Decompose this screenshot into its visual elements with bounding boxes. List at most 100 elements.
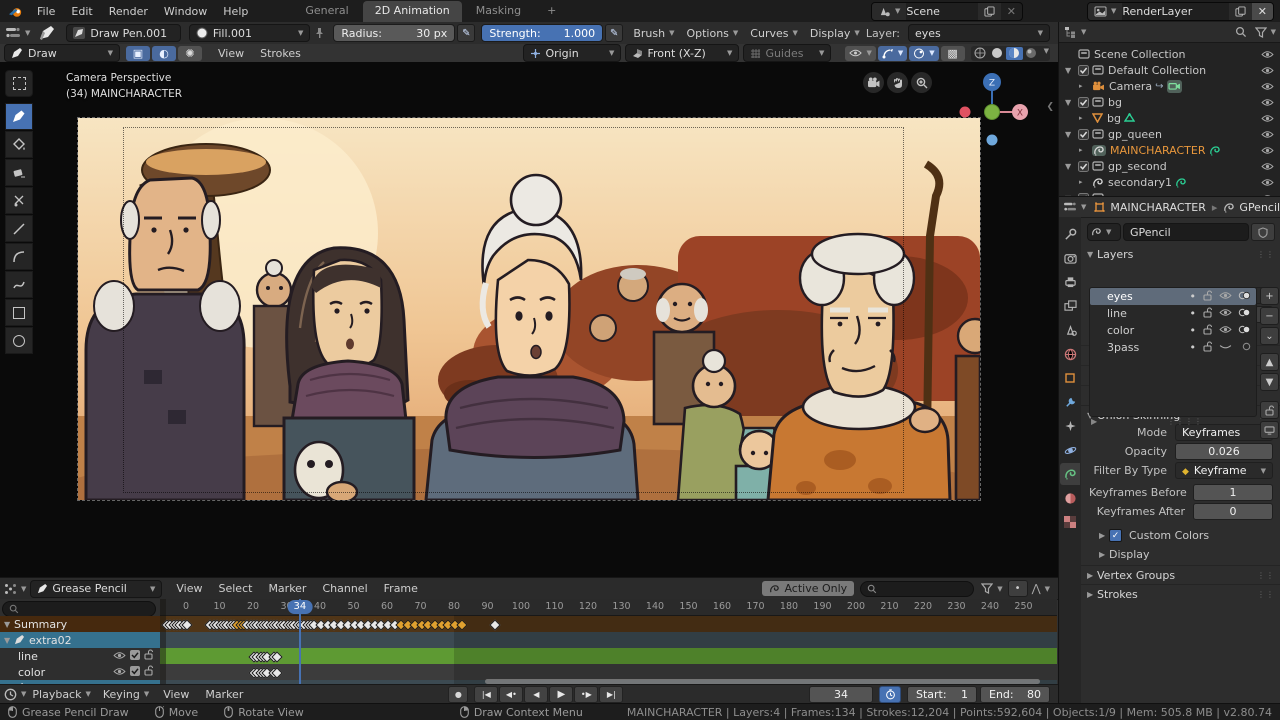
outliner-search-icon[interactable] bbox=[1235, 26, 1247, 38]
outliner-row-gp-second[interactable]: ▼gp_second bbox=[1059, 158, 1280, 174]
render-layer-copies-icon[interactable] bbox=[1229, 3, 1252, 20]
properties-tab-view-layer[interactable] bbox=[1060, 295, 1080, 317]
tool-line[interactable] bbox=[5, 215, 33, 242]
orientation-dropdown[interactable]: Front (X-Z) ▼ bbox=[625, 44, 739, 62]
render-layer-remove-icon[interactable]: ✕ bbox=[1252, 3, 1273, 20]
outliner-row-secondary1[interactable]: ▸secondary1 bbox=[1059, 174, 1280, 190]
disclosure-triangle[interactable]: ▼ bbox=[4, 620, 14, 629]
drawing-plane-origin-dropdown[interactable]: Origin ▼ bbox=[523, 44, 621, 62]
outliner-filter-icon[interactable]: ▼ bbox=[1255, 27, 1276, 38]
layers-panel-header[interactable]: ▼Layers ⋮⋮ bbox=[1081, 245, 1280, 263]
hide-eye-icon[interactable] bbox=[1261, 162, 1274, 171]
hide-eye-icon[interactable] bbox=[1261, 178, 1274, 187]
collection-checkbox[interactable] bbox=[1078, 65, 1089, 76]
popover-curves[interactable]: Curves ▼ bbox=[744, 27, 804, 40]
tool-cutter[interactable] bbox=[5, 187, 33, 214]
onion-filter-dropdown[interactable]: ◆Keyframe ▼ bbox=[1175, 462, 1273, 479]
dope-sheet-menu-marker[interactable]: Marker bbox=[260, 582, 314, 595]
multiframe-toggle[interactable]: ▣ bbox=[126, 46, 150, 61]
lock-all-button[interactable] bbox=[1260, 401, 1279, 419]
channel-line[interactable]: line bbox=[0, 648, 160, 664]
panel-strokes[interactable]: ▶Strokes⋮⋮ bbox=[1081, 584, 1280, 603]
channel-lock-icon[interactable] bbox=[144, 665, 154, 679]
prev-frame-button[interactable]: ◀ bbox=[524, 686, 548, 703]
jump-start-button[interactable]: |◀ bbox=[474, 686, 498, 703]
pin-icon[interactable] bbox=[314, 27, 325, 39]
viewport-menu-view[interactable]: View bbox=[210, 47, 252, 60]
scene-name[interactable]: Scene bbox=[906, 5, 977, 18]
outliner-row-bg[interactable]: ▼bg bbox=[1059, 94, 1280, 110]
properties-tab-tool[interactable] bbox=[1060, 223, 1080, 245]
layer-row-eyes[interactable]: eyes• bbox=[1090, 288, 1256, 305]
disclosure-triangle[interactable]: ▸ bbox=[1079, 146, 1089, 154]
gpencil-browse-button[interactable]: ▼ bbox=[1087, 223, 1121, 241]
scene-unlink-icon[interactable]: ✕ bbox=[1001, 3, 1022, 20]
properties-tab-world[interactable] bbox=[1060, 343, 1080, 365]
guides-dropdown[interactable]: Guides ▼ bbox=[743, 44, 831, 62]
view-in-render-button[interactable] bbox=[1260, 421, 1279, 439]
layer-specials-button[interactable]: ⌄ bbox=[1260, 327, 1279, 345]
render-layer-name[interactable]: RenderLayer bbox=[1122, 5, 1228, 18]
tool-box[interactable] bbox=[5, 299, 33, 326]
strength-slider[interactable]: Strength: 1.000 bbox=[481, 24, 603, 42]
eye-icon[interactable] bbox=[1219, 307, 1232, 320]
outliner-row-scene-collection[interactable]: Scene Collection bbox=[1059, 46, 1280, 62]
move-layer-down-button[interactable]: ▼ bbox=[1260, 373, 1279, 391]
outliner-row-camera[interactable]: ▸Camera↪ bbox=[1059, 78, 1280, 94]
onion-skin-icon[interactable] bbox=[1238, 290, 1251, 303]
falloff-toggle[interactable]: ◐ bbox=[152, 46, 176, 61]
channel-lock-icon[interactable] bbox=[144, 649, 154, 663]
render-layer-selector[interactable]: ▼ RenderLayer ✕ bbox=[1087, 2, 1274, 21]
channel-color[interactable]: color bbox=[0, 664, 160, 680]
tool-arc[interactable] bbox=[5, 243, 33, 270]
layer-row-3pass[interactable]: 3pass• bbox=[1090, 339, 1256, 356]
prev-keyframe-button[interactable]: ◀• bbox=[499, 686, 523, 703]
camera-view-button[interactable] bbox=[863, 72, 884, 93]
properties-tab-physics[interactable] bbox=[1060, 439, 1080, 461]
viewport-menu-strokes[interactable]: Strokes bbox=[252, 47, 309, 60]
menu-window[interactable]: Window bbox=[156, 5, 215, 18]
sidebar-collapse-arrow[interactable]: ❮ bbox=[1046, 102, 1054, 112]
properties-tab-texture[interactable] bbox=[1060, 511, 1080, 533]
lock-icon[interactable] bbox=[1203, 324, 1213, 338]
workspace-tab-general[interactable]: General bbox=[293, 1, 360, 23]
collection-checkbox[interactable] bbox=[1078, 129, 1089, 140]
menu-help[interactable]: Help bbox=[215, 5, 256, 18]
disclosure-triangle[interactable]: ▸ bbox=[1079, 178, 1089, 186]
active-only-toggle[interactable]: Active Only bbox=[762, 581, 854, 596]
keyframes-after-field[interactable]: 0 bbox=[1193, 503, 1273, 520]
tool-erase[interactable] bbox=[5, 159, 33, 186]
xray-toggle[interactable]: ▩ bbox=[941, 46, 965, 61]
panel-vertex-groups[interactable]: ▶Vertex Groups⋮⋮ bbox=[1081, 565, 1280, 584]
interpolation-popover[interactable]: ⋀▼ bbox=[1032, 582, 1050, 595]
workspace-tab--[interactable]: + bbox=[535, 1, 568, 23]
lock-icon[interactable] bbox=[1203, 341, 1213, 355]
tool-circle[interactable] bbox=[5, 327, 33, 354]
timeline-marker-menu[interactable]: Marker bbox=[197, 688, 251, 701]
channel-summary[interactable]: ▼Summary bbox=[0, 616, 160, 632]
outliner-editor-type-icon[interactable]: ▼ bbox=[1064, 26, 1086, 38]
dope-sheet-editor-type-icon[interactable]: ▼ bbox=[4, 583, 26, 595]
tool-curve[interactable] bbox=[5, 271, 33, 298]
shading-material-button[interactable] bbox=[1006, 47, 1023, 60]
channel-mute-checkbox[interactable] bbox=[130, 666, 140, 679]
popover-brush[interactable]: Brush ▼ bbox=[627, 27, 680, 40]
frame-start-field[interactable]: Start:1 bbox=[907, 686, 977, 703]
onion-dot-icon[interactable]: • bbox=[1190, 341, 1197, 354]
onion-dot-icon[interactable]: • bbox=[1190, 307, 1197, 320]
gizmo-toggle[interactable]: ▼ bbox=[878, 46, 907, 61]
viewport[interactable]: Camera Perspective (34) MAINCHARACTER Z … bbox=[0, 62, 1058, 577]
hide-eye-icon[interactable] bbox=[1261, 130, 1274, 139]
dope-sheet-menu-view[interactable]: View bbox=[168, 582, 210, 595]
timeline-view-menu[interactable]: View bbox=[155, 688, 197, 701]
onion-skin-icon[interactable] bbox=[1238, 324, 1251, 337]
tool-fill[interactable] bbox=[5, 131, 33, 158]
play-button[interactable]: ▶ bbox=[549, 686, 573, 703]
onion-mode-dropdown[interactable]: Keyframes▼ bbox=[1175, 424, 1273, 441]
properties-tab-material[interactable] bbox=[1060, 487, 1080, 509]
object-visibility-dropdown[interactable]: ▼ bbox=[845, 46, 875, 61]
next-keyframe-button[interactable]: •▶ bbox=[574, 686, 598, 703]
tool-select-box[interactable] bbox=[5, 70, 33, 97]
layer-dropdown[interactable]: eyes ▼ bbox=[908, 24, 1050, 42]
properties-editor-type-icon[interactable]: ▼ bbox=[1063, 201, 1086, 213]
